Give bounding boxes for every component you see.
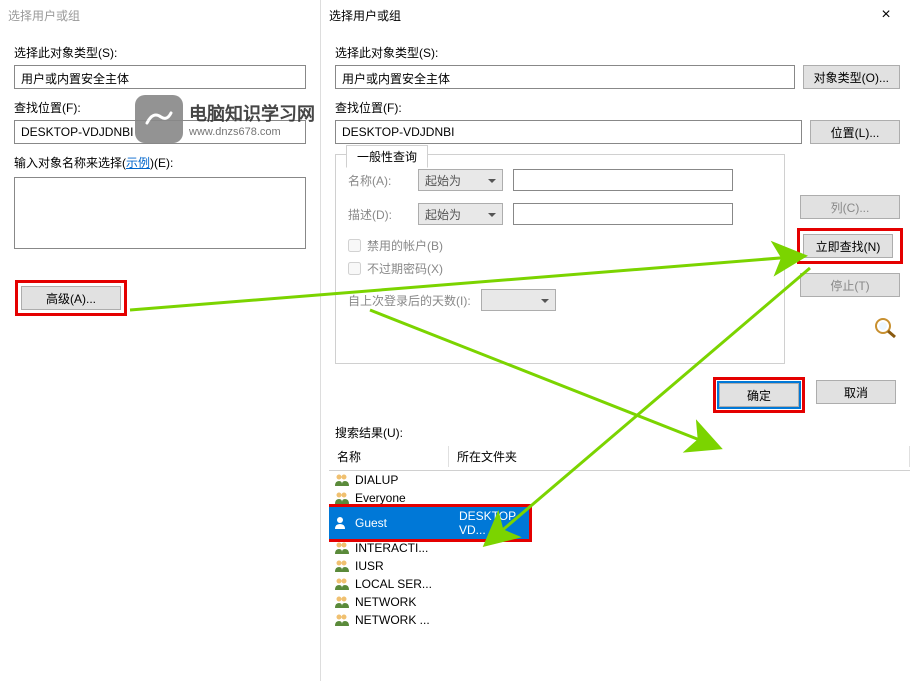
columns-button[interactable]: 列(C)... bbox=[800, 195, 900, 219]
location-label: 查找位置(F): bbox=[14, 99, 306, 116]
days-since-logon-select[interactable] bbox=[481, 289, 556, 311]
name-input[interactable] bbox=[513, 169, 733, 191]
group-icon bbox=[333, 491, 351, 505]
search-results-label: 搜索结果(U): bbox=[321, 420, 914, 443]
result-name: INTERACTI... bbox=[355, 541, 453, 555]
group-icon bbox=[333, 541, 351, 555]
result-name: NETWORK bbox=[355, 595, 453, 609]
group-icon bbox=[333, 595, 351, 609]
result-row[interactable]: IUSR bbox=[329, 557, 910, 575]
non-expiring-password-label: 不过期密码(X) bbox=[367, 260, 443, 277]
stop-button[interactable]: 停止(T) bbox=[800, 273, 900, 297]
group-icon bbox=[333, 473, 351, 487]
locations-button[interactable]: 位置(L)... bbox=[810, 120, 900, 144]
object-type-label: 选择此对象类型(S): bbox=[335, 44, 900, 61]
location-field: DESKTOP-VDJDNBI bbox=[14, 120, 306, 144]
result-name: NETWORK ... bbox=[355, 613, 453, 627]
disabled-accounts-label: 禁用的帐户(B) bbox=[367, 237, 443, 254]
location-label: 查找位置(F): bbox=[335, 99, 900, 116]
common-queries-tab[interactable]: 一般性查询 bbox=[346, 145, 428, 168]
common-queries-group: 一般性查询 名称(A): 起始为 描述(D): 起始为 禁用的帐户(B) 不过期… bbox=[335, 154, 785, 364]
select-user-dialog-basic: 选择用户或组 选择此对象类型(S): 用户或内置安全主体 查找位置(F): DE… bbox=[0, 0, 320, 681]
description-label: 描述(D): bbox=[348, 206, 408, 223]
dialog-title: 选择用户或组 bbox=[8, 7, 80, 24]
advanced-button[interactable]: 高级(A)... bbox=[21, 286, 121, 310]
enter-names-label: 输入对象名称来选择(示例)(E): bbox=[14, 154, 306, 171]
result-row[interactable]: Everyone bbox=[329, 489, 910, 507]
result-name: IUSR bbox=[355, 559, 453, 573]
titlebar: 选择用户或组 × bbox=[321, 0, 914, 30]
group-icon bbox=[333, 577, 351, 591]
result-name: DIALUP bbox=[355, 473, 453, 487]
user-icon bbox=[333, 516, 351, 530]
titlebar: 选择用户或组 bbox=[0, 0, 320, 30]
dialog-title: 选择用户或组 bbox=[329, 7, 401, 24]
non-expiring-password-checkbox[interactable] bbox=[348, 262, 361, 275]
result-row[interactable]: INTERACTI... bbox=[329, 539, 910, 557]
group-icon bbox=[333, 613, 351, 627]
result-name: Everyone bbox=[355, 491, 453, 505]
ok-button[interactable]: 确定 bbox=[719, 383, 799, 407]
object-types-button[interactable]: 对象类型(O)... bbox=[803, 65, 900, 89]
disabled-accounts-checkbox[interactable] bbox=[348, 239, 361, 252]
result-row[interactable]: GuestDESKTOP-VD... bbox=[329, 507, 529, 539]
object-type-field: 用户或内置安全主体 bbox=[335, 65, 795, 89]
object-type-field: 用户或内置安全主体 bbox=[14, 65, 306, 89]
result-name: Guest bbox=[355, 516, 453, 530]
result-row[interactable]: LOCAL SER... bbox=[329, 575, 910, 593]
results-list[interactable]: DIALUPEveryoneGuestDESKTOP-VD...INTERACT… bbox=[329, 471, 910, 657]
cancel-button[interactable]: 取消 bbox=[816, 380, 896, 404]
search-icon bbox=[872, 317, 900, 342]
group-icon bbox=[333, 559, 351, 573]
name-label: 名称(A): bbox=[348, 172, 408, 189]
result-row[interactable]: NETWORK bbox=[329, 593, 910, 611]
result-name: LOCAL SER... bbox=[355, 577, 453, 591]
column-name[interactable]: 名称 bbox=[329, 446, 449, 467]
name-mode-select[interactable]: 起始为 bbox=[418, 169, 503, 191]
object-names-input[interactable] bbox=[14, 177, 306, 249]
description-mode-select[interactable]: 起始为 bbox=[418, 203, 503, 225]
find-now-button[interactable]: 立即查找(N) bbox=[803, 234, 893, 258]
column-folder[interactable]: 所在文件夹 bbox=[449, 446, 910, 467]
object-type-label: 选择此对象类型(S): bbox=[14, 44, 306, 61]
select-user-dialog-advanced: 选择用户或组 × 选择此对象类型(S): 用户或内置安全主体 对象类型(O)..… bbox=[320, 0, 914, 681]
results-header: 名称 所在文件夹 bbox=[329, 443, 910, 471]
result-folder: DESKTOP-VD... bbox=[453, 509, 525, 537]
result-row[interactable]: DIALUP bbox=[329, 471, 910, 489]
days-since-logon-label: 自上次登录后的天数(I): bbox=[348, 292, 471, 309]
example-link[interactable]: 示例 bbox=[126, 156, 150, 170]
description-input[interactable] bbox=[513, 203, 733, 225]
close-icon[interactable]: × bbox=[866, 6, 906, 24]
result-row[interactable]: NETWORK ... bbox=[329, 611, 910, 629]
location-field: DESKTOP-VDJDNBI bbox=[335, 120, 802, 144]
